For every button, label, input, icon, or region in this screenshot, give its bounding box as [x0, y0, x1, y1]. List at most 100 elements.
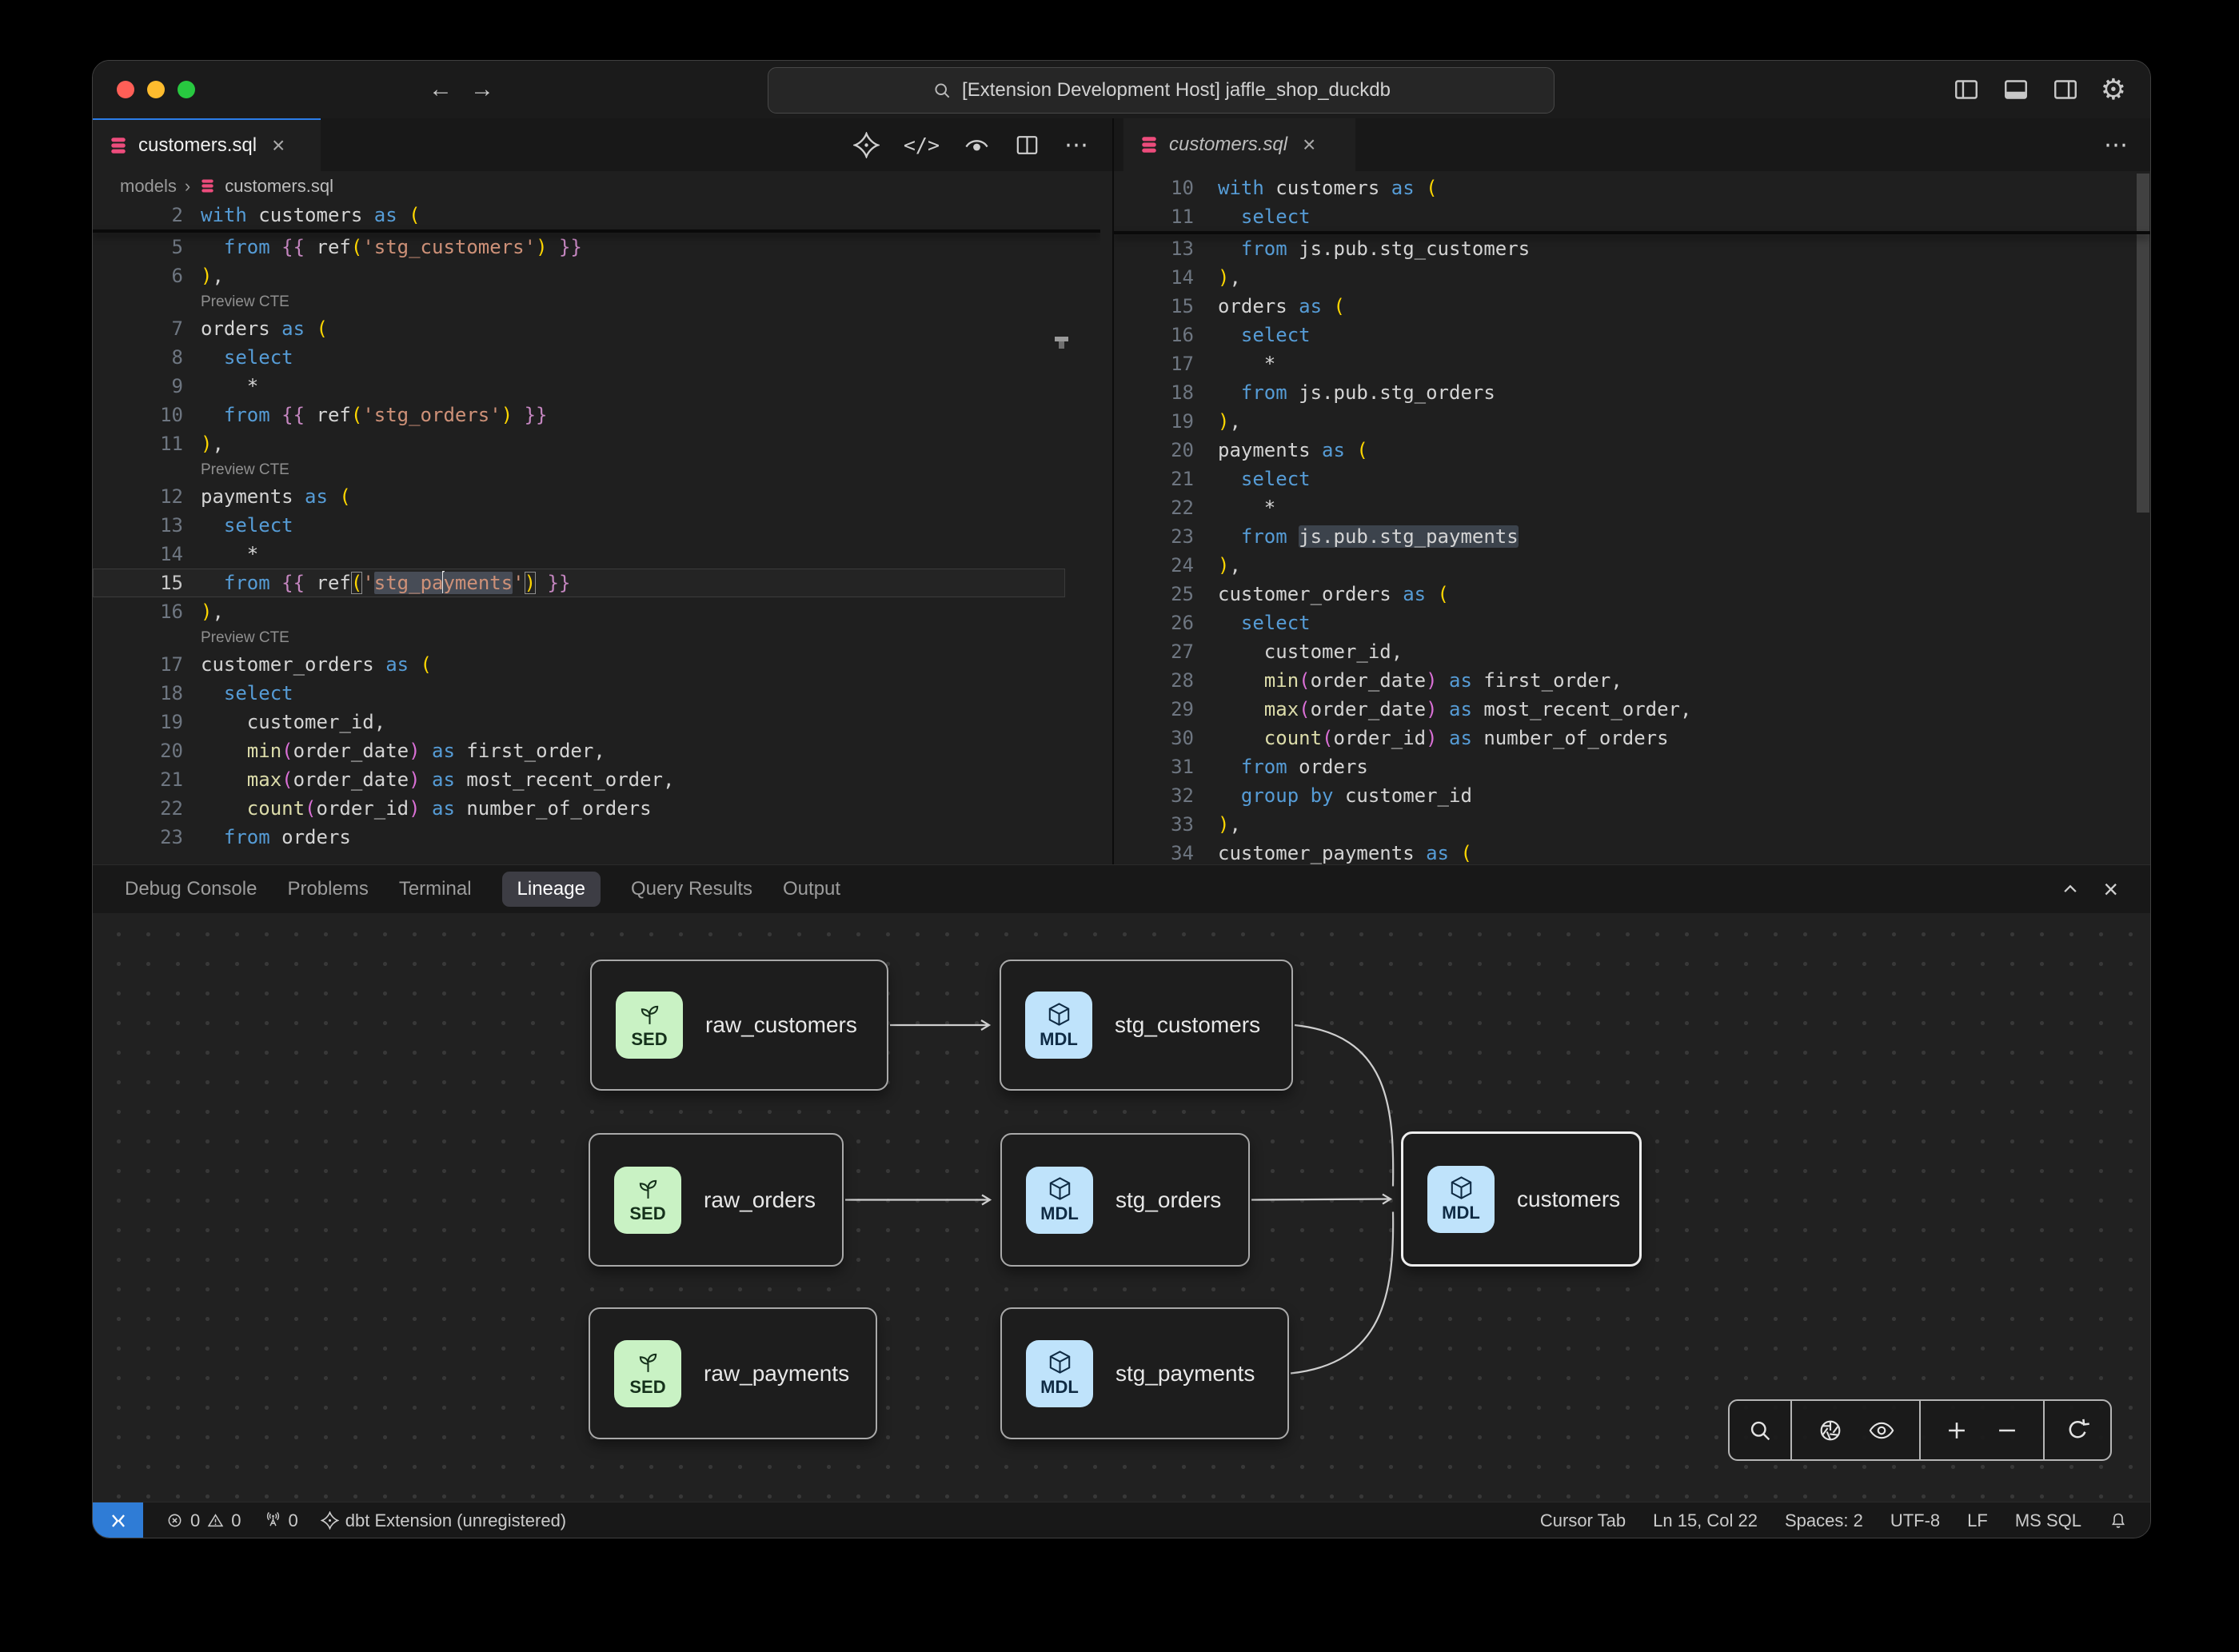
code-line-20[interactable]: 20 min(order_date) as first_order, [93, 736, 1100, 765]
code-line-12[interactable]: 12payments as ( [93, 482, 1100, 511]
tab-customers-sql-right[interactable]: customers.sql × [1123, 118, 1355, 171]
ports-status[interactable]: 0 [264, 1510, 298, 1531]
breadcrumb-folder[interactable]: models [120, 176, 177, 197]
close-tab-icon[interactable]: × [272, 133, 285, 158]
code-line-14[interactable]: 14), [1114, 263, 2150, 292]
code-line-27[interactable]: 27 customer_id, [1114, 637, 2150, 666]
tab-customers-sql-left[interactable]: customers.sql × [93, 118, 321, 171]
panel-tab-query-results[interactable]: Query Results [631, 872, 752, 907]
code-line-10[interactable]: 10 from {{ ref('stg_orders') }} [93, 401, 1100, 429]
lineage-node-raw_customers[interactable]: SEDraw_customers [590, 960, 888, 1091]
cursor-mode[interactable]: Cursor Tab [1540, 1510, 1626, 1531]
gear-icon[interactable]: ⚙ [2101, 75, 2126, 104]
code-line-19[interactable]: 19 customer_id, [93, 708, 1100, 736]
cursor-position[interactable]: Ln 15, Col 22 [1653, 1510, 1758, 1531]
aperture-icon[interactable] [1817, 1417, 1844, 1444]
code-line-11[interactable]: 11), [93, 429, 1100, 458]
remote-indicator[interactable] [93, 1502, 143, 1538]
code-line-21[interactable]: 21 max(order_date) as most_recent_order, [93, 765, 1100, 794]
code-line-6[interactable]: 6), [93, 261, 1100, 290]
code-line-34[interactable]: 34customer_payments as ( [1114, 839, 2150, 864]
code-line-24[interactable]: 24), [1114, 551, 2150, 580]
code-line-19[interactable]: 19), [1114, 407, 2150, 436]
close-panel-icon[interactable]: × [2103, 875, 2118, 904]
code-line-18[interactable]: 18 select [93, 679, 1100, 708]
panel-tab-terminal[interactable]: Terminal [399, 872, 472, 907]
code-line-7[interactable]: 7orders as ( [93, 314, 1100, 343]
code-line-26[interactable]: 26 select [1114, 609, 2150, 637]
code-line-15[interactable]: 15 from {{ ref('stg_payments') }} [93, 569, 1065, 597]
problems-status[interactable]: 0 0 [166, 1510, 241, 1531]
lineage-node-stg_orders[interactable]: MDLstg_orders [1000, 1133, 1250, 1267]
lineage-node-stg_payments[interactable]: MDLstg_payments [1000, 1307, 1289, 1439]
code-line-16[interactable]: 16 select [1114, 321, 2150, 349]
eol-sequence[interactable]: LF [1967, 1510, 1988, 1531]
code-line-17[interactable]: 17 * [1114, 349, 2150, 378]
language-mode[interactable]: MS SQL [2015, 1510, 2081, 1531]
code-line-17[interactable]: 17customer_orders as ( [93, 650, 1100, 679]
split-editor-icon[interactable] [1014, 132, 1040, 158]
codelens-preview-cte[interactable]: Preview CTE [93, 290, 1100, 314]
code-line-13[interactable]: 13 select [93, 511, 1100, 540]
code-line-16[interactable]: 16), [93, 597, 1100, 626]
dbt-icon[interactable] [853, 132, 880, 158]
lineage-canvas[interactable]: SEDraw_customers MDLstg_customers SEDraw_o… [93, 913, 2150, 1502]
encoding[interactable]: UTF-8 [1890, 1510, 1940, 1531]
close-tab-icon[interactable]: × [1303, 132, 1315, 158]
code-line-11[interactable]: 11 select [1114, 202, 2150, 231]
dbt-extension-status[interactable]: dbt Extension (unregistered) [321, 1510, 566, 1531]
indentation[interactable]: Spaces: 2 [1785, 1510, 1863, 1531]
code-line-29[interactable]: 29 max(order_date) as most_recent_order, [1114, 695, 2150, 724]
code-line-23[interactable]: 23 from js.pub.stg_payments [1114, 522, 2150, 551]
code-line-5[interactable]: 5 from {{ ref('stg_customers') }} [93, 233, 1100, 261]
code-line-18[interactable]: 18 from js.pub.stg_orders [1114, 378, 2150, 407]
eye-icon[interactable] [1868, 1417, 1895, 1444]
lineage-node-customers[interactable]: MDLcustomers [1401, 1131, 1642, 1267]
code-line-28[interactable]: 28 min(order_date) as first_order, [1114, 666, 2150, 695]
source-editor[interactable]: 2with customers as ( 5 from {{ ref('stg_c… [93, 201, 1100, 864]
code-line-22[interactable]: 22 count(order_id) as number_of_orders [93, 794, 1100, 823]
code-line-25[interactable]: 25customer_orders as ( [1114, 580, 2150, 609]
panel-tab-problems[interactable]: Problems [287, 872, 368, 907]
code-line-33[interactable]: 33), [1114, 810, 2150, 839]
panel-tab-debug-console[interactable]: Debug Console [125, 872, 257, 907]
code-line-21[interactable]: 21 select [1114, 465, 2150, 493]
close-window-button[interactable] [117, 81, 134, 98]
code-line-22[interactable]: 22 * [1114, 493, 2150, 522]
code-line-14[interactable]: 14 * [93, 540, 1100, 569]
code-line-2[interactable]: 2with customers as ( [93, 201, 1100, 229]
codelens-preview-cte[interactable]: Preview CTE [93, 458, 1100, 482]
lineage-node-raw_payments[interactable]: SEDraw_payments [589, 1307, 877, 1439]
code-line-13[interactable]: 13 from js.pub.stg_customers [1114, 234, 2150, 263]
forward-icon[interactable]: → [470, 76, 494, 103]
panel-tab-lineage[interactable]: Lineage [502, 872, 601, 907]
code-line-30[interactable]: 30 count(order_id) as number_of_orders [1114, 724, 2150, 752]
preview-eye-icon[interactable] [964, 132, 990, 158]
code-line-20[interactable]: 20payments as ( [1114, 436, 2150, 465]
bell-icon[interactable] [2109, 1511, 2128, 1530]
lineage-node-stg_customers[interactable]: MDLstg_customers [1000, 960, 1293, 1091]
zoom-out-icon[interactable] [1994, 1417, 2021, 1444]
code-line-9[interactable]: 9 * [93, 372, 1100, 401]
codelens-preview-cte[interactable]: Preview CTE [93, 626, 1100, 650]
toggle-secondary-sidebar-icon[interactable] [2051, 75, 2080, 104]
more-actions-icon[interactable]: ⋯ [1064, 131, 1090, 159]
more-actions-icon[interactable]: ⋯ [2104, 131, 2129, 159]
compiled-editor[interactable]: 10with customers as (11 select 13 from js… [1114, 174, 2150, 864]
code-line-31[interactable]: 31 from orders [1114, 752, 2150, 781]
refresh-icon[interactable] [2064, 1417, 2091, 1444]
minimize-window-button[interactable] [147, 81, 165, 98]
command-center[interactable]: [Extension Development Host] jaffle_shop… [768, 67, 1555, 114]
code-line-32[interactable]: 32 group by customer_id [1114, 781, 2150, 810]
code-line-10[interactable]: 10with customers as ( [1114, 174, 2150, 202]
code-line-15[interactable]: 15orders as ( [1114, 292, 2150, 321]
toggle-panel-icon[interactable] [2002, 75, 2030, 104]
lineage-node-raw_orders[interactable]: SEDraw_orders [589, 1133, 844, 1267]
chevron-up-icon[interactable] [2058, 877, 2082, 901]
panel-tab-output[interactable]: Output [783, 872, 840, 907]
search-icon[interactable] [1746, 1417, 1774, 1444]
zoom-in-icon[interactable] [1943, 1417, 1970, 1444]
toggle-primary-sidebar-icon[interactable] [1952, 75, 1981, 104]
scrollbar-thumb[interactable] [2137, 174, 2149, 513]
compile-code-icon[interactable]: </> [904, 134, 940, 157]
